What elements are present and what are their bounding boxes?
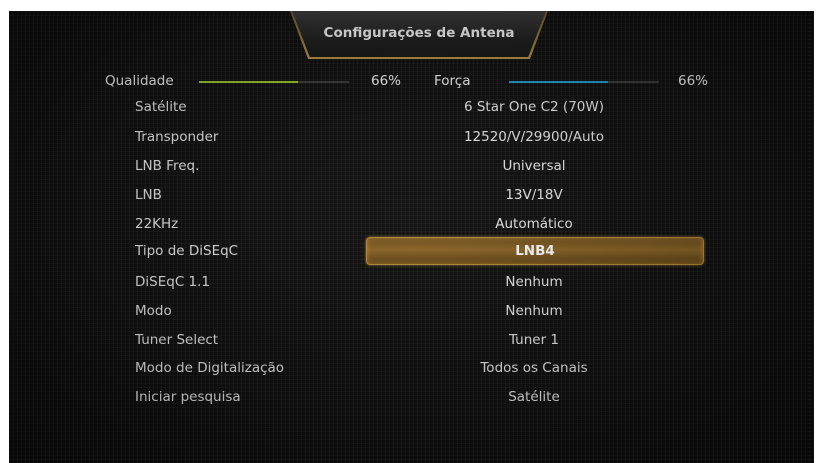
setting-value[interactable]: Tuner 1 [366, 332, 702, 348]
strength-bar-track [509, 81, 659, 83]
setting-label: LNB [135, 187, 162, 203]
strength-meter: Força 66% [434, 73, 734, 89]
setting-value[interactable]: Todos os Canais [366, 360, 702, 376]
quality-bar-fill [199, 81, 298, 83]
setting-value[interactable]: Nenhum [366, 303, 702, 319]
setting-label: 22KHz [135, 216, 179, 232]
setting-value[interactable]: Satélite [366, 389, 702, 405]
strength-percent: 66% [678, 73, 709, 89]
setting-label: LNB Freq. [135, 158, 200, 174]
setting-label: Modo [135, 303, 172, 319]
setting-row-transponder[interactable]: Transponder 12520/V/29900/Auto [9, 126, 814, 148]
setting-value-selected[interactable]: LNB4 [366, 237, 704, 265]
setting-value[interactable]: Automático [366, 216, 702, 232]
setting-label: DiSEqC 1.1 [135, 274, 211, 290]
strength-label: Força [434, 73, 471, 89]
setting-label: Iniciar pesquisa [135, 389, 241, 405]
setting-row-diseqc-1-1[interactable]: DiSEqC 1.1 Nenhum [9, 271, 814, 293]
dialog-title: Configurações de Antena [323, 25, 515, 41]
strength-bar-fill [509, 81, 608, 83]
setting-value[interactable]: Universal [366, 158, 702, 174]
setting-value[interactable]: 13V/18V [366, 187, 702, 203]
setting-value[interactable]: Nenhum [366, 274, 702, 290]
quality-meter: Qualidade 66% [105, 73, 415, 89]
setting-row-scan-mode[interactable]: Modo de Digitalização Todos os Canais [9, 357, 814, 379]
setting-label: Transponder [135, 129, 219, 145]
setting-value[interactable]: 12520/V/29900/Auto [366, 129, 702, 145]
antenna-settings-screen: Configurações de Antena Qualidade 66% Fo… [9, 11, 814, 463]
quality-bar-track [199, 81, 349, 83]
setting-row-22khz[interactable]: 22KHz Automático [9, 213, 814, 235]
setting-value[interactable]: 6 Star One C2 (70W) [366, 99, 702, 115]
quality-percent: 66% [371, 73, 402, 89]
setting-row-lnb-freq[interactable]: LNB Freq. Universal [9, 155, 814, 177]
setting-label: Tipo de DiSEqC [135, 243, 239, 259]
setting-label: Modo de Digitalização [135, 360, 285, 376]
quality-label: Qualidade [105, 73, 174, 89]
setting-label: Tuner Select [135, 332, 219, 348]
setting-row-lnb[interactable]: LNB 13V/18V [9, 184, 814, 206]
setting-row-diseqc-type[interactable]: Tipo de DiSEqC LNB4 [9, 237, 814, 265]
setting-row-mode[interactable]: Modo Nenhum [9, 300, 814, 322]
setting-row-start-search[interactable]: Iniciar pesquisa Satélite [9, 386, 814, 408]
setting-row-tuner-select[interactable]: Tuner Select Tuner 1 [9, 329, 814, 351]
setting-label: Satélite [135, 99, 187, 115]
setting-row-satellite[interactable]: Satélite 6 Star One C2 (70W) [9, 96, 814, 118]
